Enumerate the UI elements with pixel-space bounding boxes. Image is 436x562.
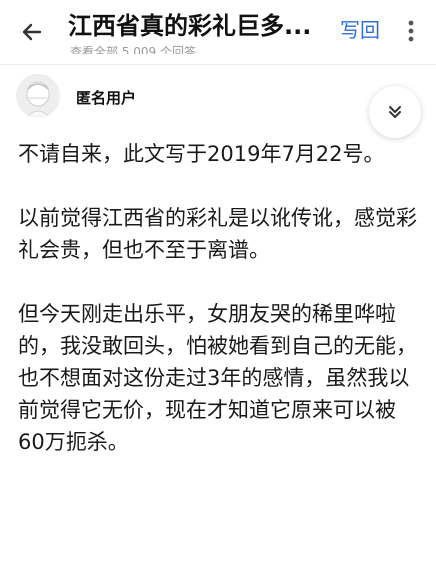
- header-divider: [0, 64, 436, 65]
- paragraph-3: 但今天刚走出乐平，女朋友哭的稀里哗啦的，我没敢回头，怕被她看到自己的无能，也不想…: [18, 302, 417, 454]
- collapse-button[interactable]: [369, 86, 421, 138]
- back-button[interactable]: [14, 14, 50, 50]
- more-button[interactable]: [400, 16, 422, 46]
- author-name[interactable]: 匿名用户: [76, 88, 136, 108]
- answer-content: 不请自来，此文写于2019年7月22号。 以前觉得江西省的彩礼是以讹传讹，感觉彩…: [18, 138, 422, 490]
- answers-count: 查看全部 5,009 个回答: [70, 45, 196, 54]
- paragraph-2: 以前觉得江西省的彩礼是以讹传讹，感觉彩礼会贵，但也不至于离谱。: [18, 206, 417, 262]
- question-title[interactable]: 江西省真的彩礼巨多...: [68, 10, 330, 42]
- back-arrow-icon: [22, 23, 42, 41]
- avatar[interactable]: [16, 74, 60, 118]
- more-vertical-icon: [408, 20, 414, 42]
- anonymous-avatar-icon: [16, 74, 60, 118]
- paragraph-1: 不请自来，此文写于2019年7月22号。: [18, 142, 385, 166]
- top-bar: 江西省真的彩礼巨多... 查看全部 5,009 个回答 写回: [0, 0, 436, 64]
- write-answer-button[interactable]: 写回: [340, 14, 380, 46]
- chevron-double-down-icon: [389, 106, 401, 118]
